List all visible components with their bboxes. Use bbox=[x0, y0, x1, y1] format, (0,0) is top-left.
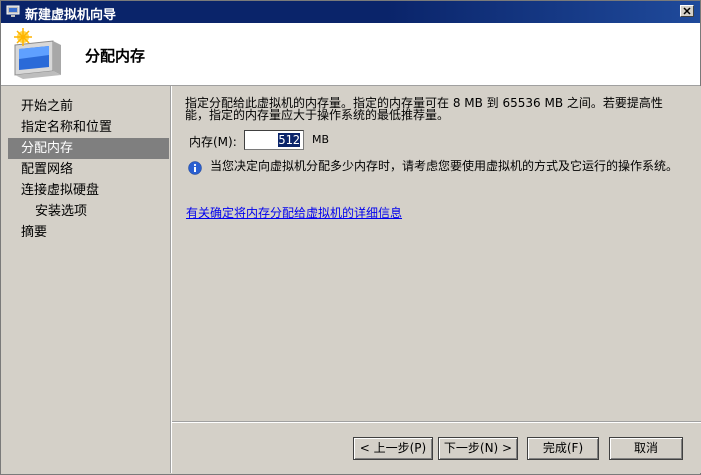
close-button[interactable] bbox=[680, 5, 694, 17]
back-button[interactable]: < 上一步(P) bbox=[353, 437, 433, 460]
memory-help-link[interactable]: 有关确定将内存分配给虚拟机的详细信息 bbox=[186, 204, 402, 221]
finish-button[interactable]: 完成(F) bbox=[527, 437, 599, 460]
memory-input[interactable]: 512 bbox=[244, 130, 304, 150]
close-icon bbox=[683, 7, 691, 15]
virtual-machine-icon bbox=[6, 5, 20, 17]
cancel-button[interactable]: 取消 bbox=[609, 437, 683, 460]
memory-unit: MB bbox=[312, 133, 330, 146]
page-title: 分配内存 bbox=[85, 47, 146, 65]
nav-item-before-you-begin[interactable]: 开始之前 bbox=[8, 96, 169, 117]
wizard-header: 分配内存 bbox=[1, 23, 700, 86]
window-title: 新建虚拟机向导 bbox=[25, 8, 117, 23]
info-icon bbox=[188, 161, 202, 175]
wizard-window: 新建虚拟机向导 分配内存 开始之前 指定名称和位置 分配内存 配置网络 连接虚拟… bbox=[0, 0, 701, 475]
button-separator bbox=[172, 421, 701, 423]
title-bar[interactable]: 新建虚拟机向导 bbox=[1, 1, 700, 23]
wizard-content: 指定分配给此虚拟机的内存量。指定的内存量可在 8 MB 到 65536 MB 之… bbox=[171, 86, 701, 473]
nav-item-installation-options[interactable]: 安装选项 bbox=[8, 201, 169, 222]
new-vm-wizard-icon bbox=[14, 28, 61, 79]
next-button[interactable]: 下一步(N) > bbox=[438, 437, 518, 460]
memory-value: 512 bbox=[278, 133, 300, 147]
memory-description: 指定分配给此虚拟机的内存量。指定的内存量可在 8 MB 到 65536 MB 之… bbox=[185, 96, 663, 122]
nav-item-configure-networking[interactable]: 配置网络 bbox=[8, 159, 169, 180]
wizard-step-list: 开始之前 指定名称和位置 分配内存 配置网络 连接虚拟硬盘 安装选项 摘要 bbox=[8, 96, 169, 466]
nav-item-connect-virtual-disk[interactable]: 连接虚拟硬盘 bbox=[8, 180, 169, 201]
memory-label: 内存(M): bbox=[189, 135, 237, 149]
nav-item-assign-memory[interactable]: 分配内存 bbox=[8, 138, 169, 159]
info-text: 当您决定向虚拟机分配多少内存时，请考虑您要使用虚拟机的方式及它运行的操作系统。 bbox=[210, 159, 679, 173]
nav-item-specify-name-location[interactable]: 指定名称和位置 bbox=[8, 117, 169, 138]
nav-item-summary[interactable]: 摘要 bbox=[8, 222, 169, 243]
